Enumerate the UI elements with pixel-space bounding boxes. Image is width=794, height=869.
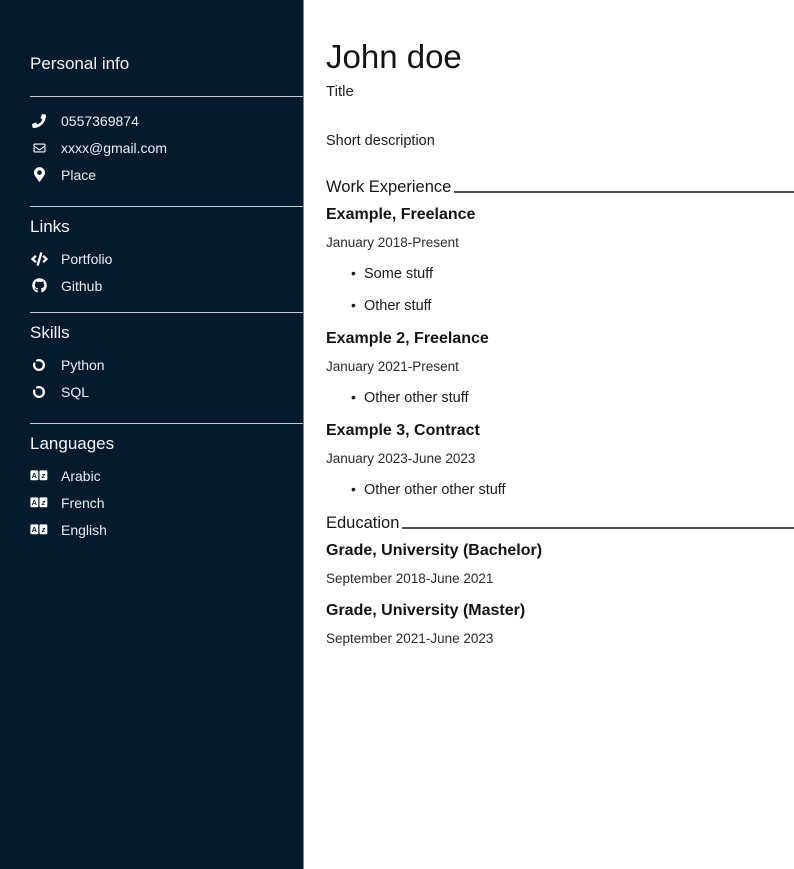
short-description: Short description (326, 133, 794, 150)
entry-title: Example 2, Freelance (326, 330, 794, 347)
email-item: xxxx@gmail.com (30, 134, 303, 161)
entry-bullets: Other other stuff (326, 391, 794, 406)
divider (30, 423, 303, 424)
github-label: Github (61, 278, 102, 294)
divider (30, 312, 303, 313)
languages-section: Languages Az Arabic Az French Az English (30, 434, 303, 543)
envelope-icon (30, 142, 48, 154)
place-label: Place (61, 167, 96, 183)
github-link[interactable]: Github (30, 272, 303, 299)
language-item: Az Arabic (30, 462, 303, 489)
circle-notch-icon (30, 385, 48, 399)
language-label: French (61, 495, 105, 511)
svg-text:A: A (32, 471, 38, 480)
skills-heading: Skills (30, 323, 303, 343)
divider (30, 96, 303, 97)
bullet-item: Other stuff (326, 299, 794, 314)
github-icon (30, 278, 48, 293)
entry-period: September 2021-June 2023 (326, 632, 794, 646)
skill-item: SQL (30, 378, 303, 405)
main-content: John doe Title Short description Work Ex… (304, 0, 794, 869)
phone-number: 0557369874 (61, 113, 139, 129)
language-item: Az French (30, 489, 303, 516)
work-entry: Example, Freelance January 2018-Present … (326, 206, 794, 314)
work-experience-heading: Work Experience (326, 178, 794, 197)
language-item: Az English (30, 516, 303, 543)
code-icon (30, 252, 48, 266)
entry-title: Example 3, Contract (326, 422, 794, 439)
sidebar: Personal info 0557369874 xxxx@gmail.com … (0, 0, 304, 869)
links-section: Links Portfolio Github (30, 217, 303, 299)
entry-title: Example, Freelance (326, 206, 794, 223)
person-title: Title (326, 83, 794, 101)
languages-heading: Languages (30, 434, 303, 454)
email-address: xxxx@gmail.com (61, 140, 167, 156)
skill-label: SQL (61, 384, 89, 400)
links-heading: Links (30, 217, 303, 237)
entry-period: January 2021-Present (326, 360, 794, 374)
entry-title: Grade, University (Bachelor) (326, 542, 794, 559)
entry-period: January 2023-June 2023 (326, 452, 794, 466)
circle-notch-icon (30, 358, 48, 372)
contact-block: 0557369874 xxxx@gmail.com Place (30, 107, 303, 188)
svg-text:z: z (41, 471, 46, 480)
divider (30, 206, 303, 207)
entry-title: Grade, University (Master) (326, 602, 794, 619)
person-name: John doe (326, 38, 794, 76)
personal-info-heading: Personal info (30, 54, 303, 74)
education-entry: Grade, University (Bachelor) September 2… (326, 542, 794, 586)
education-heading: Education (326, 514, 794, 533)
map-marker-icon (30, 167, 48, 182)
phone-item: 0557369874 (30, 107, 303, 134)
language-icon: Az (30, 523, 48, 536)
entry-period: January 2018-Present (326, 236, 794, 250)
svg-text:A: A (32, 498, 38, 507)
section-label: Work Experience (326, 178, 451, 197)
language-icon: Az (30, 469, 48, 482)
education-entry: Grade, University (Master) September 202… (326, 602, 794, 646)
entry-period: September 2018-June 2021 (326, 572, 794, 586)
phone-icon (30, 114, 48, 128)
language-label: English (61, 522, 107, 538)
portfolio-link[interactable]: Portfolio (30, 245, 303, 272)
portfolio-label: Portfolio (61, 251, 112, 267)
language-label: Arabic (61, 468, 101, 484)
resume-page: Personal info 0557369874 xxxx@gmail.com … (0, 0, 794, 869)
bullet-item: Some stuff (326, 267, 794, 282)
work-entry: Example 2, Freelance January 2021-Presen… (326, 330, 794, 406)
place-item: Place (30, 161, 303, 188)
entry-bullets: Other other other stuff (326, 483, 794, 498)
bullet-item: Other other other stuff (326, 483, 794, 498)
entry-bullets: Some stuff Other stuff (326, 267, 794, 314)
skill-item: Python (30, 351, 303, 378)
work-entry: Example 3, Contract January 2023-June 20… (326, 422, 794, 498)
skills-section: Skills Python SQL (30, 323, 303, 405)
bullet-item: Other other stuff (326, 391, 794, 406)
svg-text:z: z (41, 498, 46, 507)
skill-label: Python (61, 357, 105, 373)
heading-rule (454, 191, 794, 193)
language-icon: Az (30, 496, 48, 509)
svg-text:A: A (32, 525, 38, 534)
section-label: Education (326, 514, 399, 533)
heading-rule (402, 527, 794, 529)
svg-text:z: z (41, 525, 46, 534)
